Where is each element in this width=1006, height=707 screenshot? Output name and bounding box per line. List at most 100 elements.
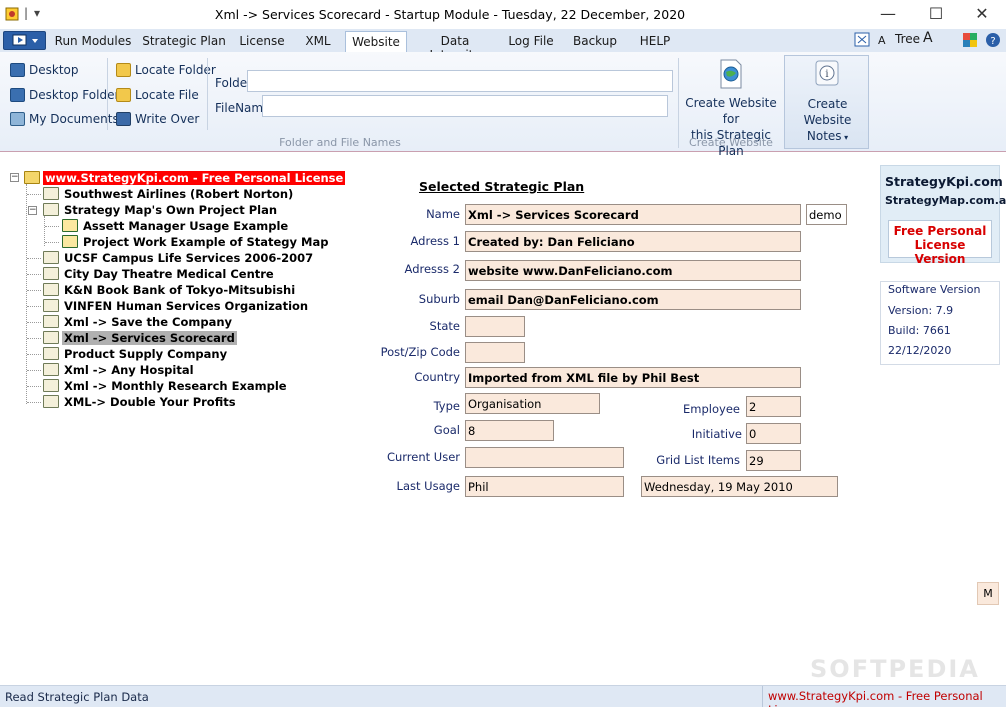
build-value: Build: 7661 [888,324,951,337]
tree-item-label: Southwest Airlines (Robert Norton) [64,186,294,201]
tree-item[interactable]: City Day Theatre Medical Centre [43,266,276,281]
tab-xml[interactable]: XML [296,31,340,52]
tab-license[interactable]: License [234,31,290,52]
site2-label[interactable]: StrategyMap.com.au [885,194,1006,207]
country-field[interactable]: Imported from XML file by Phil Best [465,367,801,388]
last-usage-field[interactable]: Phil [465,476,624,497]
svg-text:?: ? [990,36,995,47]
tree-connector [27,338,41,339]
address2-label: Adresss 2 [404,262,460,276]
tree-item-label: UCSF Campus Life Services 2006-2007 [64,250,314,265]
tab-website[interactable]: Website [345,31,407,52]
license-line2: License Version [914,238,966,266]
font-increase-icon[interactable]: A [923,30,933,46]
tree-item-label: Xml -> Services Scorecard [62,330,237,345]
watermark-text: SOFTPEDIA [810,655,980,683]
version-value: Version: 7.9 [888,304,954,317]
tree-item[interactable]: Xml -> Monthly Research Example [43,378,289,393]
tree-toggle[interactable]: Tree [895,32,920,46]
help-icon[interactable]: ? [985,32,1001,51]
desktop-button[interactable]: Desktop [10,61,79,79]
tree-item[interactable]: K&N Book Bank of Tokyo-Mitsubishi [43,282,297,297]
tree-connector [27,354,41,355]
tab-log-file[interactable]: Log File [502,31,560,52]
tab-strategic-plan[interactable]: Strategic Plan [140,31,228,52]
tree-connector [45,226,59,227]
grid-items-field[interactable]: 29 [746,450,801,471]
tree-item[interactable]: Xml -> Save the Company [43,314,234,329]
tree-connector [26,184,27,404]
state-field[interactable] [465,316,525,337]
plan-icon [43,203,59,216]
postcode-field[interactable] [465,342,525,363]
filename-input[interactable] [262,95,668,117]
tree-item[interactable]: Xml -> Any Hospital [43,362,196,377]
print-layout-icon[interactable] [854,32,870,50]
tree-item[interactable]: VINFEN Human Services Organization [43,298,310,313]
close-button[interactable]: ✕ [962,4,1002,24]
m-button[interactable]: M [977,582,999,605]
color-theme-icon[interactable] [963,33,977,50]
locate-folder-button[interactable]: Locate Folder [116,61,216,79]
locate-file-button[interactable]: Locate File [116,86,199,104]
grid-items-label: Grid List Items [656,453,740,467]
tree-connector [27,322,41,323]
site1-label[interactable]: StrategyKpi.com [885,174,1003,189]
tree-item[interactable]: Project Work Example of Stategy Map [62,234,330,249]
tab-data-integrity[interactable]: Data Integrity [414,31,496,62]
type-field[interactable]: Organisation [465,393,600,414]
suburb-field[interactable]: email Dan@DanFeliciano.com [465,289,801,310]
tree-item-collapse-toggle[interactable]: − [28,206,37,215]
current-user-label: Current User [386,450,460,464]
tree-item-label: Strategy Map's Own Project Plan [64,202,278,217]
tab-run-modules[interactable]: Run Modules [52,31,134,52]
address1-field[interactable]: Created by: Dan Feliciano [465,231,801,252]
dropdown-arrow-icon: ▾ [841,133,849,142]
tree-root[interactable]: www.StrategyKpi.com - Free Personal Lice… [24,170,346,185]
tree-connector [27,402,41,403]
initiative-field[interactable]: 0 [746,423,801,444]
folder-input[interactable] [247,70,673,92]
tree-item[interactable]: UCSF Campus Life Services 2006-2007 [43,250,315,265]
tree-connector [27,370,41,371]
code-field[interactable]: demo [806,204,847,225]
tab-help[interactable]: HELP [630,31,680,52]
my-documents-button[interactable]: My Documents [10,110,119,128]
application-menu-button[interactable] [3,31,46,50]
create-website-line1: Create Website for [685,96,777,126]
tree-item[interactable]: Southwest Airlines (Robert Norton) [43,186,295,201]
goal-field[interactable]: 8 [465,420,554,441]
desktop-folder-button[interactable]: Desktop Folder [10,86,119,104]
initiative-label: Initiative [691,427,742,441]
maximize-button[interactable]: ☐ [916,4,956,24]
create-website-notes-button[interactable]: i Create Website Notes ▾ [784,55,869,149]
locate-file-label: Locate File [135,88,199,102]
tree-root-label: www.StrategyKpi.com - Free Personal Lice… [43,170,346,185]
tree-connector [27,258,41,259]
current-user-field[interactable] [465,447,624,468]
status-license-link[interactable]: www.StrategyKpi.com - Free Personal Lice… [762,686,1006,707]
create-website-icon[interactable] [719,59,743,92]
tree-item[interactable]: XML-> Double Your Profits [43,394,238,409]
status-message: Read Strategic Plan Data [5,690,149,704]
create-website-button[interactable]: Create Website for this Strategic Plan [684,95,778,159]
license-line1: Free Personal [893,224,987,238]
font-decrease-icon[interactable]: A [878,34,886,47]
plan-icon [43,347,59,360]
minimize-button[interactable]: — [868,4,908,24]
ribbon-tab-bar: Run Modules Strategic Plan License XML W… [0,29,1006,62]
ribbon-separator [207,58,208,130]
tree-item-selected[interactable]: Xml -> Services Scorecard [43,330,237,345]
root-collapse-toggle[interactable]: − [10,173,19,182]
name-field[interactable]: Xml -> Services Scorecard [465,204,801,225]
tree-item[interactable]: Strategy Map's Own Project Plan [43,202,279,217]
address2-field[interactable]: website www.DanFeliciano.com [465,260,801,281]
tree-item[interactable]: Product Supply Company [43,346,229,361]
license-version-button[interactable]: Free Personal License Version [888,220,992,266]
strategic-plan-tree: − www.StrategyKpi.com - Free Personal Li… [8,170,346,420]
employee-field[interactable]: 2 [746,396,801,417]
write-over-button[interactable]: Write Over [116,110,199,128]
tree-item[interactable]: Assett Manager Usage Example [62,218,290,233]
tab-backup[interactable]: Backup [566,31,624,52]
last-usage-date-field[interactable]: Wednesday, 19 May 2010 [641,476,838,497]
